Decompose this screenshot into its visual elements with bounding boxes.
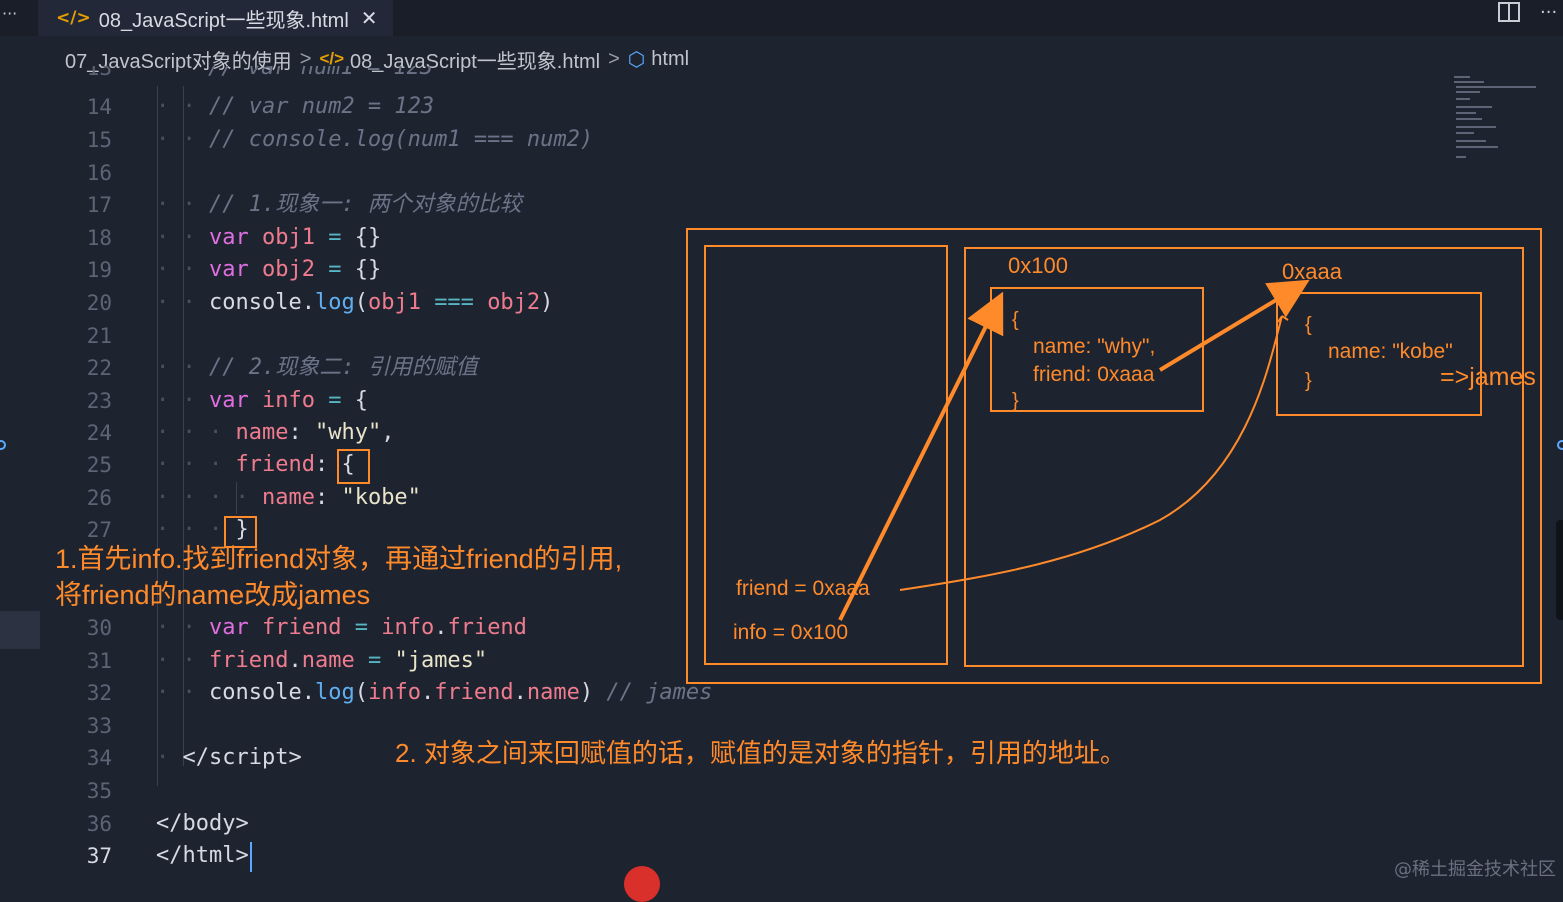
scrollbar-thumb[interactable] [1556,520,1563,620]
object-property: name: "why", [1033,335,1155,358]
stack-box [704,245,948,665]
object-brace: } [1305,370,1312,392]
address-label: 0xaaa [1282,259,1343,284]
stack-variable: info = 0x100 [733,621,848,644]
watermark: @稀土掘金技术社区 [1394,859,1556,880]
object-brace: { [1012,309,1019,331]
object-brace: } [1012,390,1019,412]
changed-value-label: =>james [1440,363,1536,391]
memory-outer-box [686,228,1542,684]
memory-diagram: 0x100 0xaaa { name: "why", friend: 0xaaa… [686,228,1542,684]
recording-indicator [624,866,660,902]
pointer-arrow-friend-prop [1158,279,1310,372]
scroll-marker-icon [1557,440,1563,450]
object-property: friend: 0xaaa [1033,363,1155,386]
pointer-curve-tip [1277,315,1289,323]
minimap[interactable] [1452,76,1542,166]
pointer-arrow-info [838,291,1004,621]
heap-box [964,247,1524,667]
address-label: 0x100 [1008,253,1068,278]
object-brace: { [1305,314,1312,336]
object-property: name: "kobe" [1328,340,1453,363]
